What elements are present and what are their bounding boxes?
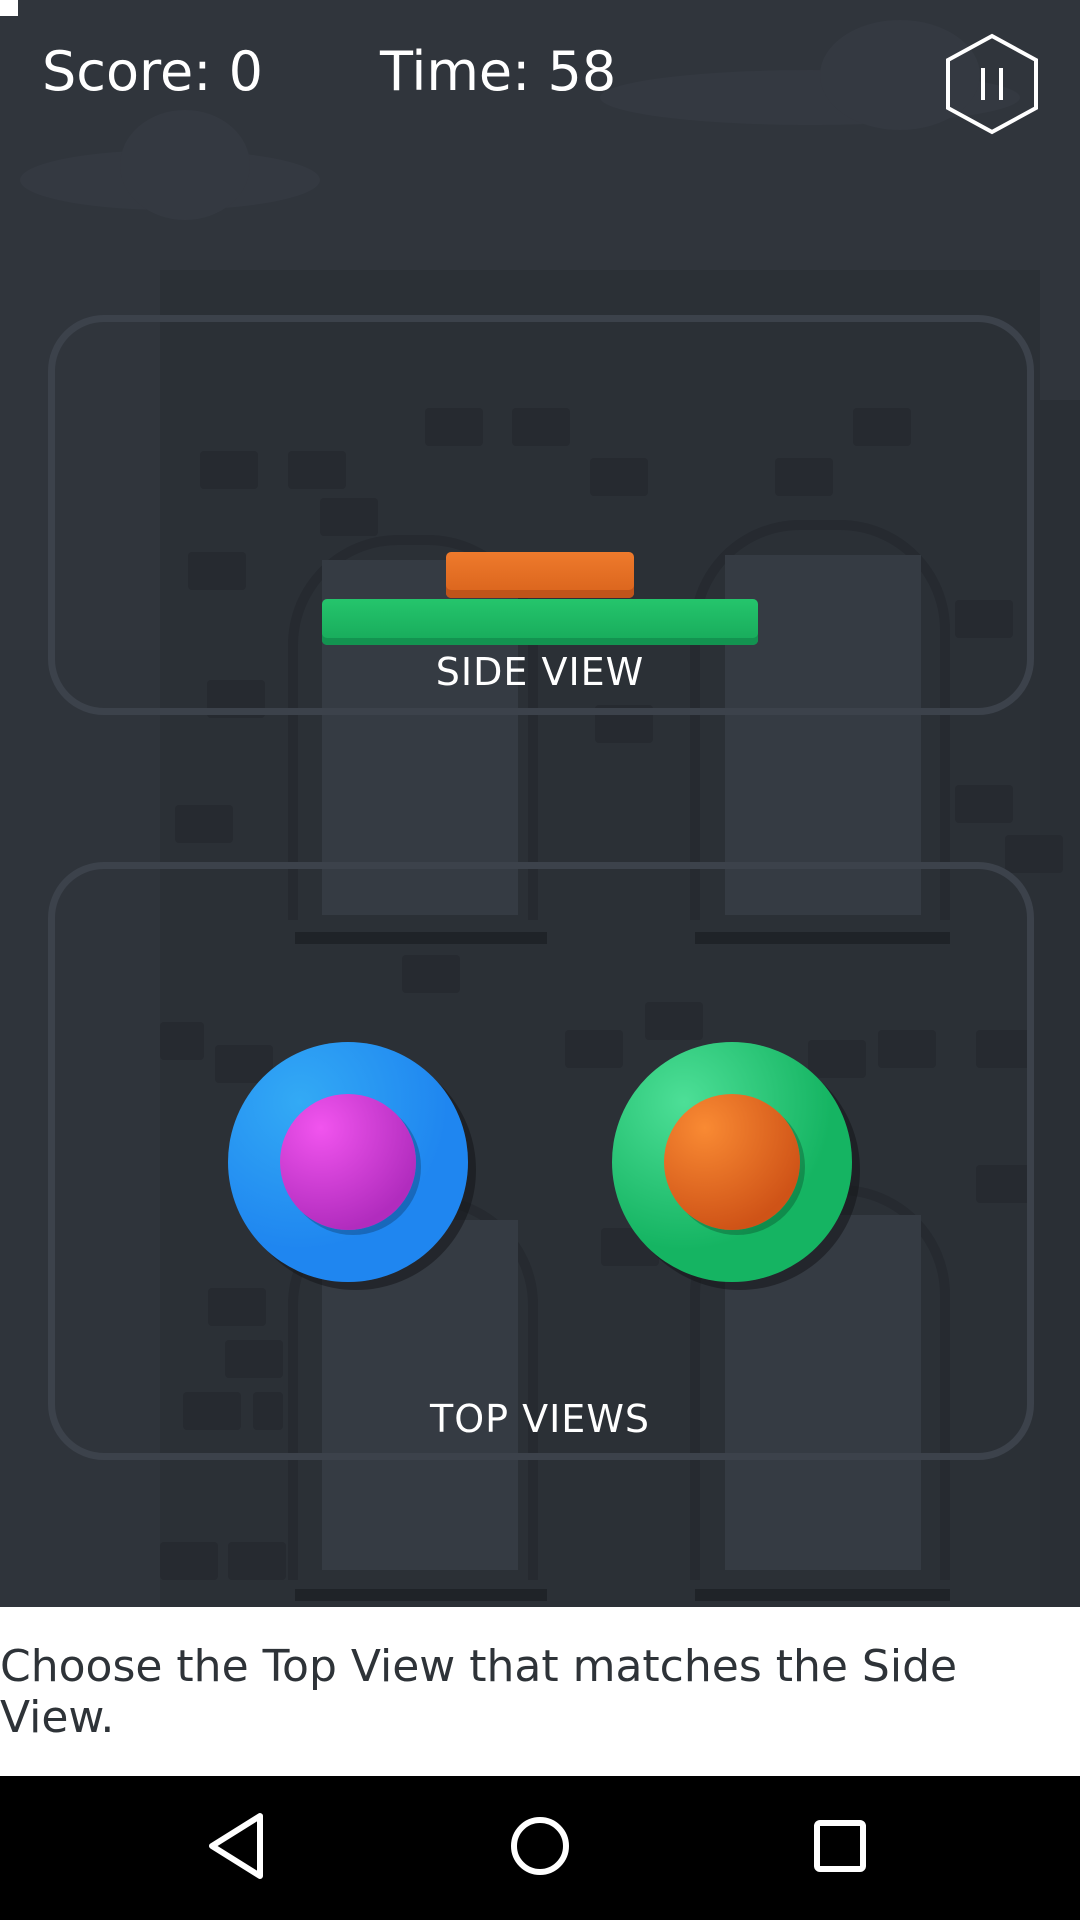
side-view-top-piece: [446, 552, 634, 598]
brick-decoration: [955, 785, 1013, 823]
system-nav-bar: [0, 1776, 1080, 1920]
game-area: Score: 0 Time: 58 SIDE VIEW TOP VIEWS: [0, 0, 1080, 1607]
brick-decoration: [1005, 835, 1063, 873]
time-display: Time: 58: [380, 40, 617, 103]
option-inner-circle: [280, 1094, 416, 1230]
side-view-label: SIDE VIEW: [435, 650, 645, 694]
nav-back-button[interactable]: [190, 1796, 290, 1896]
hud-bar: Score: 0 Time: 58: [0, 0, 1080, 150]
triangle-back-icon: [209, 1813, 263, 1879]
nav-home-button[interactable]: [490, 1796, 590, 1896]
circle-home-icon: [511, 1817, 569, 1875]
brick-decoration: [175, 805, 233, 843]
window-sill-decoration: [695, 1589, 950, 1601]
brick-decoration: [160, 1542, 218, 1580]
option-inner-circle: [664, 1094, 800, 1230]
pause-hexagon-icon: [946, 33, 1038, 135]
top-view-option-green-orange[interactable]: [612, 1042, 852, 1282]
top-view-option-blue-magenta[interactable]: [228, 1042, 468, 1282]
top-views-frame: [48, 862, 1034, 1460]
side-view-bottom-piece: [322, 599, 758, 645]
score-display: Score: 0: [42, 40, 263, 103]
nav-recents-button[interactable]: [790, 1796, 890, 1896]
background-building-edge: [1040, 400, 1080, 1607]
brick-decoration: [228, 1542, 286, 1580]
square-recents-icon: [814, 1820, 866, 1872]
instruction-text: Choose the Top View that matches the Sid…: [0, 1640, 958, 1743]
top-views-label: TOP VIEWS: [429, 1397, 651, 1441]
window-sill-decoration: [295, 1589, 547, 1601]
instruction-bar: Choose the Top View that matches the Sid…: [0, 1607, 1080, 1776]
pause-button[interactable]: [944, 32, 1040, 136]
